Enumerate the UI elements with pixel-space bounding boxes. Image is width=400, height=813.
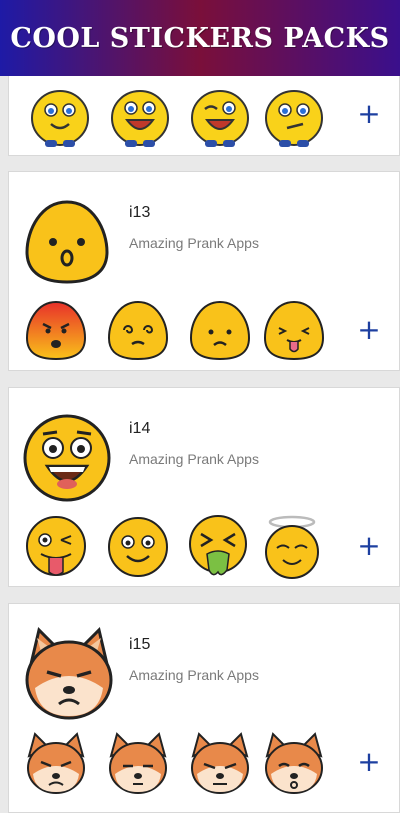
pack-author: Amazing Prank Apps — [129, 667, 259, 683]
laugh-sticker — [111, 90, 169, 147]
sad-blob-sticker — [189, 300, 251, 361]
shiba-angry-sticker — [27, 732, 85, 794]
dizzy-blob-sticker — [107, 300, 169, 361]
angel-sticker — [265, 515, 319, 579]
sick-sticker — [189, 515, 247, 576]
shiba-annoyed-sticker — [191, 732, 249, 794]
pack-author: Amazing Prank Apps — [129, 451, 259, 467]
pack-name: i13 — [129, 204, 151, 221]
surprised-blob-sticker — [25, 200, 109, 284]
sticker-pack-card[interactable]: i15 Amazing Prank Apps + — [8, 603, 400, 813]
skeptical-sticker — [265, 90, 323, 147]
smile-eyes-sticker — [31, 90, 89, 147]
smile-sticker — [108, 517, 168, 577]
pack-name: i14 — [129, 420, 151, 437]
sticker-pack-card[interactable]: i14 Amazing Prank Apps + — [8, 387, 400, 587]
sticker-pack-card[interactable]: i13 Amazing Prank Apps + — [8, 171, 400, 371]
add-pack-button[interactable]: + — [357, 316, 381, 344]
add-pack-button[interactable]: + — [357, 748, 381, 776]
angry-blob-sticker — [25, 300, 87, 361]
tongue-blob-sticker — [263, 300, 325, 361]
crazy-tongue-sticker — [26, 516, 86, 576]
app-header: COOL STICKERS PACKS — [0, 0, 400, 76]
pack-name: i15 — [129, 636, 151, 653]
sticker-pack-card[interactable]: + — [8, 76, 400, 156]
wink-laugh-sticker — [191, 90, 249, 147]
shiba-grumpy-sticker — [25, 627, 113, 720]
pack-author: Amazing Prank Apps — [129, 235, 259, 251]
add-pack-button[interactable]: + — [357, 100, 381, 128]
add-pack-button[interactable]: + — [357, 532, 381, 560]
shiba-kiss-sticker — [265, 732, 323, 794]
shocked-laugh-sticker — [23, 414, 111, 502]
app-title: COOL STICKERS PACKS — [10, 22, 390, 54]
shiba-sleepy-sticker — [109, 732, 167, 794]
